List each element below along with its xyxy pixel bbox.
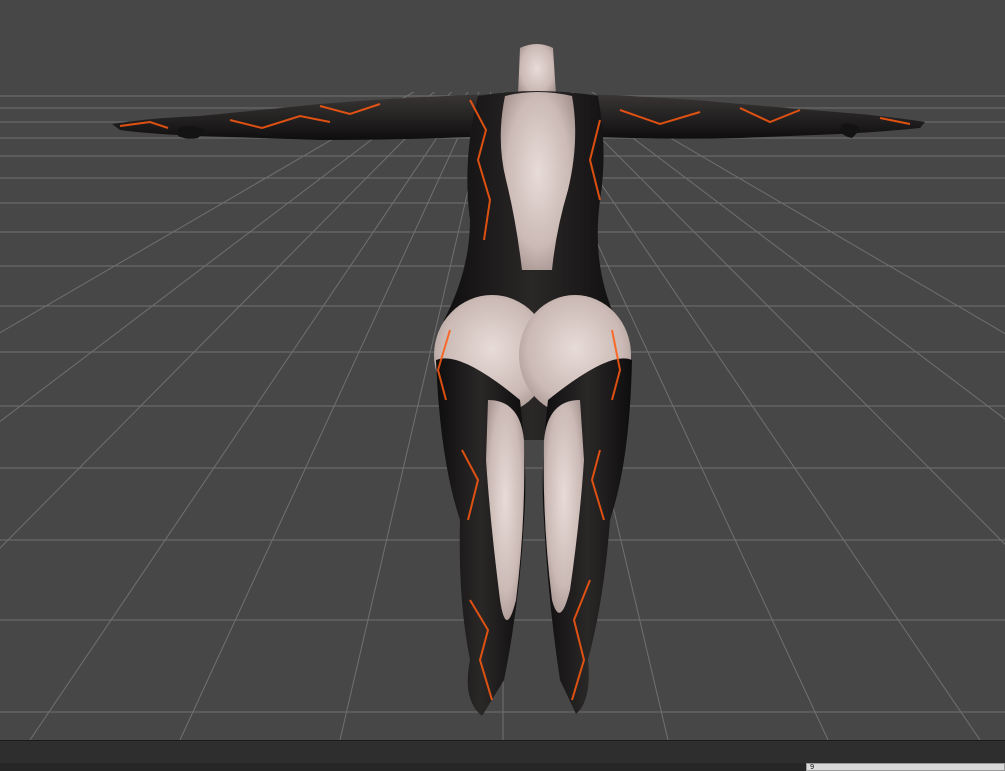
frame-input[interactable]: 9	[806, 763, 1005, 771]
3d-viewport[interactable]	[0, 0, 1005, 740]
character-model[interactable]	[112, 44, 925, 716]
viewport-scene	[0, 0, 1005, 740]
status-bar	[0, 740, 1005, 764]
horizon-fill	[0, 0, 1005, 92]
